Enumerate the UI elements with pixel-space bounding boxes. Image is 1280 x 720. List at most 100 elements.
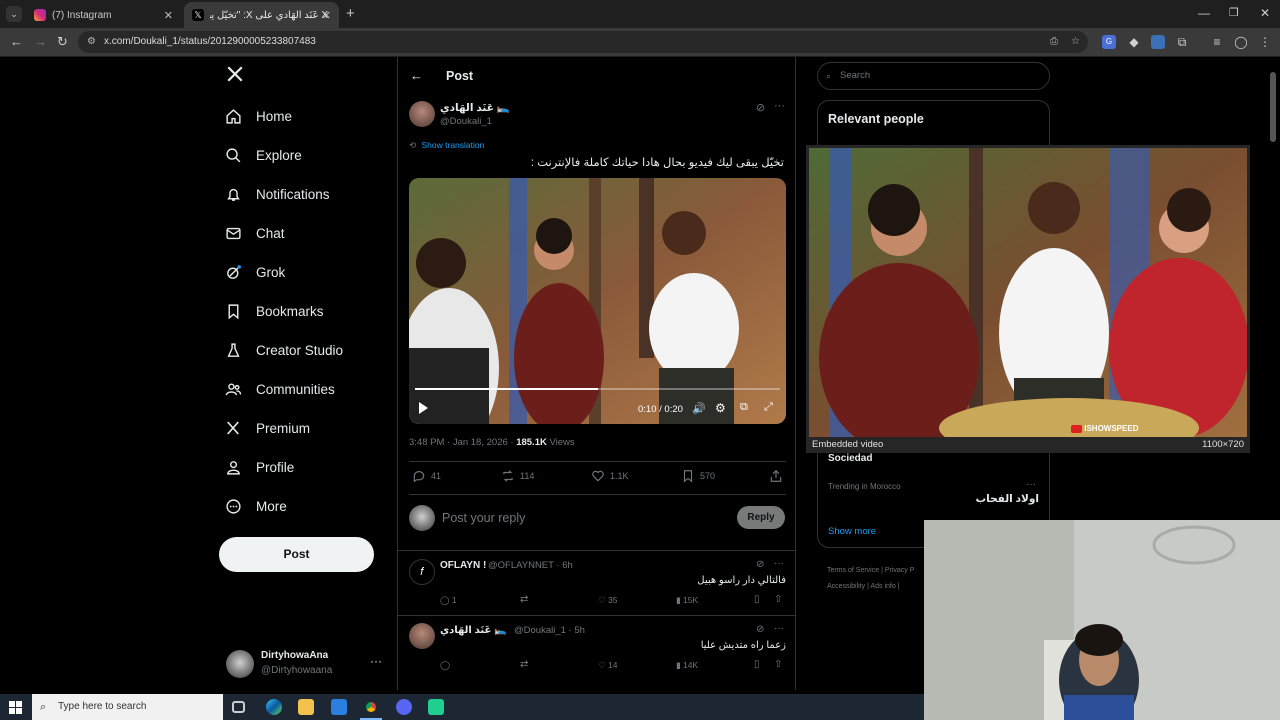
bookmark-icon[interactable]: ▯ — [754, 659, 760, 670]
settings-icon[interactable]: ⚙ — [715, 401, 726, 415]
puzzle-icon[interactable]: ⧉ — [1175, 35, 1189, 49]
bookmark-star-icon[interactable]: ☆ — [1071, 31, 1080, 53]
new-tab-button[interactable]: + — [346, 5, 355, 22]
menu-icon[interactable]: ⋮ — [1258, 35, 1272, 49]
chrome-icon[interactable] — [363, 699, 379, 715]
extension-icon[interactable]: ◆ — [1127, 35, 1141, 49]
install-icon[interactable]: ⎙ — [1050, 31, 1058, 53]
grok-explain-icon[interactable]: ⊘ — [756, 101, 765, 114]
profile-icon[interactable]: ◯ — [1234, 35, 1248, 49]
close-tab-icon[interactable]: ✕ — [322, 9, 331, 22]
reply-item[interactable]: 𝑓 OFLAYN ! @OFLAYNNET · 6h ⊘ ··· فالتالي… — [398, 550, 795, 615]
show-translation-link[interactable]: ⟲ Show translation — [409, 140, 484, 151]
sidebar-item-bookmarks[interactable]: Bookmarks — [224, 296, 324, 326]
grok-explain-icon[interactable]: ⊘ — [756, 559, 764, 570]
author-handle[interactable]: @Doukali_1 — [440, 116, 492, 127]
bookmark-action[interactable]: 570 — [681, 469, 715, 483]
reply-author-name[interactable]: OFLAYN ! — [440, 560, 486, 571]
author-name[interactable]: عَنَد الهَادي 🛌 — [440, 101, 510, 114]
embedded-video-frame[interactable]: ISHOWSPEED — [809, 148, 1247, 437]
more-icon[interactable]: ··· — [370, 654, 382, 668]
edge-icon[interactable] — [266, 699, 282, 715]
windows-start-icon[interactable] — [9, 701, 22, 714]
footer-link-ads[interactable]: Ads info — [870, 583, 895, 590]
reply-icon[interactable]: ◯ — [440, 660, 450, 671]
more-icon[interactable]: ··· — [774, 558, 784, 569]
x-logo-icon[interactable] — [226, 65, 244, 88]
file-explorer-icon[interactable] — [298, 699, 314, 715]
reload-icon[interactable]: ↻ — [57, 34, 68, 50]
reply-author-handle[interactable]: @Doukali_1 · 5h — [514, 625, 585, 636]
share-icon[interactable]: ⇧ — [774, 594, 782, 605]
views-count[interactable]: ▮ 14K — [676, 660, 698, 671]
discord-icon[interactable] — [396, 699, 412, 715]
tab-instagram[interactable]: (7) Instagram ✕ — [26, 2, 181, 28]
tab-search-icon[interactable]: ⌄ — [6, 6, 22, 22]
reply-count[interactable]: ◯ 1 — [440, 595, 457, 606]
sidebar-item-creator-studio[interactable]: Creator Studio — [224, 335, 343, 365]
sidebar-item-explore[interactable]: Explore — [224, 140, 302, 170]
tab-x-post[interactable]: 𝕏 X عَنَد الهَادي على X: "تخيّل يبقى ...… — [184, 2, 339, 28]
extension-icon[interactable] — [1151, 35, 1165, 49]
task-view-icon[interactable] — [232, 701, 245, 713]
trend-item[interactable]: Sociedad — [828, 453, 872, 464]
views-count[interactable]: ▮ 15K — [676, 595, 698, 606]
sidebar-item-grok[interactable]: Grok — [224, 257, 285, 287]
trend-more-icon[interactable]: ··· — [1026, 479, 1036, 490]
sidebar-item-home[interactable]: Home — [224, 101, 292, 131]
pip-icon[interactable]: ⧉ — [740, 401, 748, 414]
share-action[interactable] — [769, 469, 788, 483]
address-bar[interactable]: ⚙ x.com/Doukali_1/status/201290000523380… — [78, 31, 1088, 53]
play-icon[interactable] — [419, 402, 428, 414]
repost-icon[interactable]: ⇄ — [520, 594, 528, 605]
reply-item[interactable]: عَنَد الهَادي 🛌 @Doukali_1 · 5h ⊘ ··· زع… — [398, 615, 795, 681]
post-button[interactable]: Post — [219, 537, 374, 572]
reply-action[interactable]: 41 — [412, 469, 441, 483]
close-tab-icon[interactable]: ✕ — [164, 9, 173, 22]
avatar[interactable] — [409, 101, 435, 127]
video-progress-track[interactable] — [415, 388, 780, 390]
trend-item[interactable]: اولاد الفحاب — [976, 493, 1039, 505]
close-window-icon[interactable]: ✕ — [1260, 6, 1270, 20]
reply-author-name[interactable]: عَنَد الهَادي 🛌 — [440, 625, 507, 636]
sidebar-item-more[interactable]: More — [224, 491, 287, 521]
app-icon[interactable] — [428, 699, 444, 715]
taskbar-search-input[interactable]: ⌕ Type here to search — [32, 694, 223, 720]
sidebar-item-chat[interactable]: Chat — [224, 218, 285, 248]
embedded-video-popup[interactable]: ISHOWSPEED Embedded video 1100×720 — [806, 145, 1250, 453]
like-count[interactable]: ♡ 14 — [598, 660, 617, 671]
reading-list-icon[interactable]: ≡ — [1210, 35, 1224, 49]
grok-explain-icon[interactable]: ⊘ — [756, 624, 764, 635]
store-icon[interactable] — [331, 699, 347, 715]
like-action[interactable]: 1.1K — [591, 469, 629, 483]
restore-icon[interactable]: ❐ — [1229, 6, 1239, 19]
back-icon[interactable]: ← — [10, 34, 23, 49]
sidebar-item-premium[interactable]: Premium — [224, 413, 310, 443]
fullscreen-icon[interactable]: ⤢ — [764, 401, 773, 414]
tweet-video[interactable]: 0:10 / 0:20 🔊 ⚙ ⧉ ⤢ — [409, 178, 786, 424]
reply-button[interactable]: Reply — [737, 506, 785, 529]
scrollbar-thumb[interactable] — [1270, 72, 1276, 142]
footer-link-privacy[interactable]: Privacy P — [885, 567, 915, 574]
repost-action[interactable]: 114 — [501, 469, 534, 483]
reply-input[interactable]: Post your reply — [442, 511, 525, 525]
back-arrow-icon[interactable]: ← — [410, 68, 423, 83]
forward-icon[interactable]: → — [34, 34, 47, 49]
show-more-link[interactable]: Show more — [828, 526, 876, 537]
translate-extension-icon[interactable]: G — [1102, 35, 1116, 49]
sidebar-item-profile[interactable]: Profile — [224, 452, 294, 482]
minimize-icon[interactable]: — — [1198, 6, 1210, 20]
account-switcher[interactable]: DirtyhowaAna @Dirtyhowaana ··· — [226, 647, 396, 681]
footer-link-accessibility[interactable]: Accessibility — [827, 583, 865, 590]
more-icon[interactable]: ··· — [774, 623, 784, 634]
search-input[interactable]: ⌕ Search — [817, 62, 1050, 90]
sidebar-item-communities[interactable]: Communities — [224, 374, 335, 404]
site-info-icon[interactable]: ⚙ — [87, 31, 96, 53]
reply-author-handle[interactable]: @OFLAYNNET · 6h — [488, 560, 573, 571]
volume-icon[interactable]: 🔊 — [692, 402, 706, 415]
like-count[interactable]: ♡ 35 — [598, 595, 617, 606]
footer-link-terms[interactable]: Terms of Service — [827, 567, 879, 574]
repost-icon[interactable]: ⇄ — [520, 659, 528, 670]
more-icon[interactable]: ··· — [774, 100, 785, 112]
bookmark-icon[interactable]: ▯ — [754, 594, 760, 605]
